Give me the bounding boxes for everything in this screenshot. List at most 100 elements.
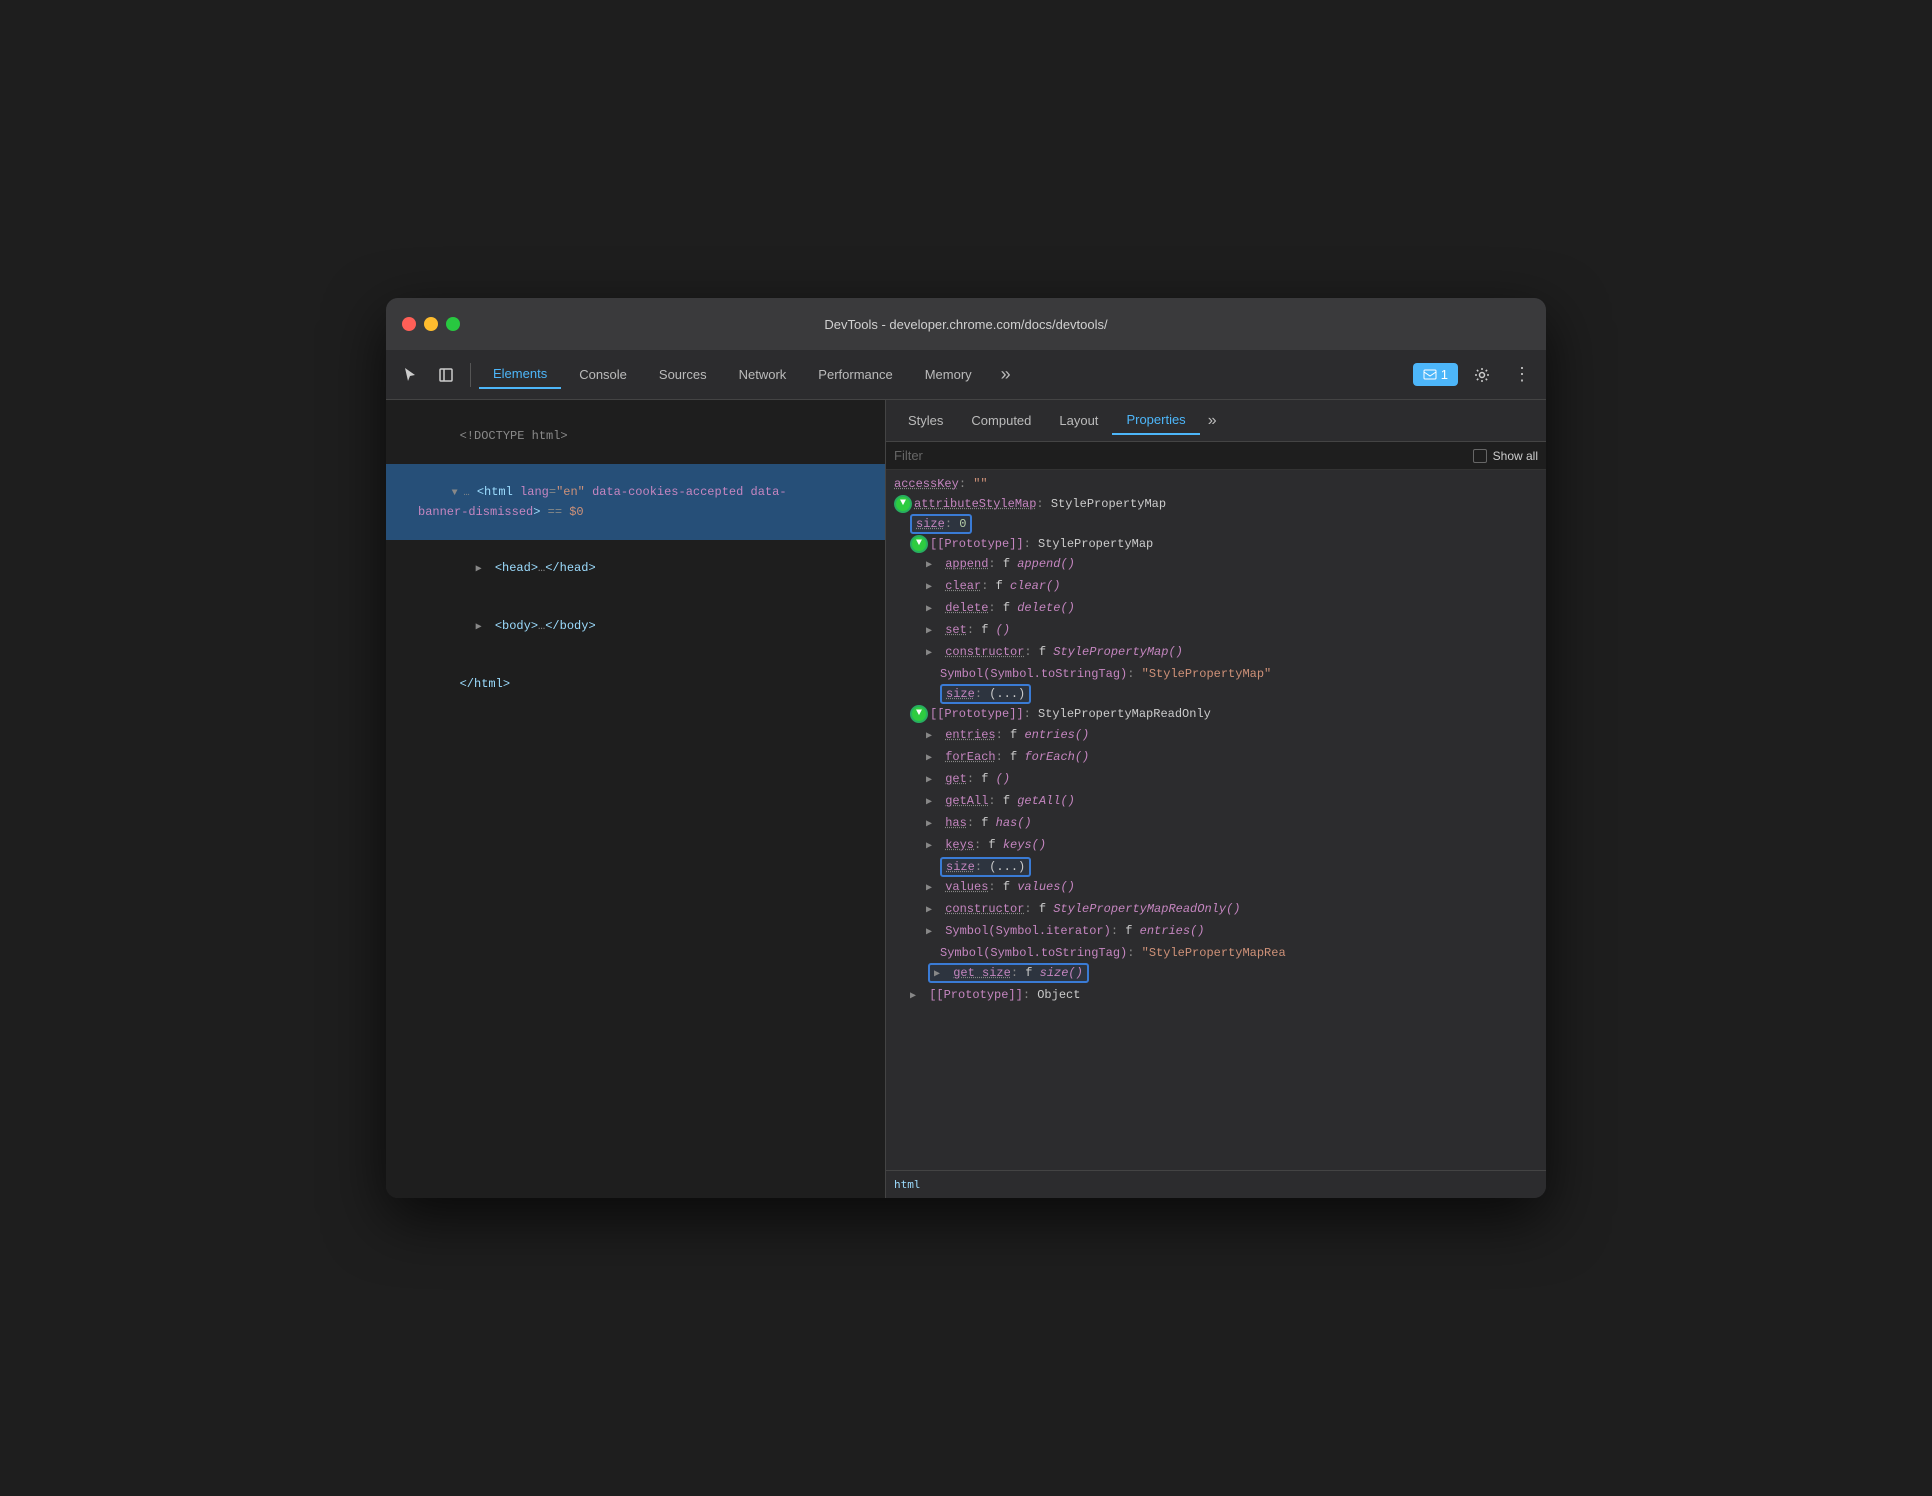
tab-elements[interactable]: Elements [479, 360, 561, 389]
head-expand-triangle[interactable] [476, 559, 488, 579]
prop-key-constructor-spmro: constructor [945, 902, 1024, 916]
status-tag: html [894, 1178, 921, 1191]
prop-val-accesskey: "" [973, 477, 987, 491]
prop-key-size-dotdot-1: size [946, 687, 975, 701]
tab-computed[interactable]: Computed [957, 407, 1045, 434]
minimize-button[interactable] [424, 317, 438, 331]
prop-funcname-has: has() [996, 816, 1032, 830]
keys-triangle[interactable] [926, 836, 938, 856]
tab-network[interactable]: Network [725, 361, 801, 388]
tab-performance[interactable]: Performance [804, 361, 906, 388]
filter-input[interactable] [894, 448, 1465, 463]
html-expand-triangle[interactable] [452, 483, 464, 503]
append-triangle[interactable] [926, 555, 938, 575]
dom-doctype: <!DOCTYPE html> [386, 408, 885, 464]
prop-key-symbol-tostring-spmro: Symbol(Symbol.toStringTag) [940, 946, 1127, 960]
prop-val-proto-spm: StylePropertyMap [1038, 537, 1153, 551]
prop-set: set: f () [886, 620, 1546, 642]
prop-constructor-spmro: constructor: f StylePropertyMapReadOnly(… [886, 899, 1546, 921]
foreach-triangle[interactable] [926, 748, 938, 768]
prop-key-append: append [945, 557, 988, 571]
delete-triangle[interactable] [926, 599, 938, 619]
prop-key-constructor-spm: constructor [945, 645, 1024, 659]
dom-panel: <!DOCTYPE html> … <html lang="en" data-c… [386, 400, 886, 1198]
window-title: DevTools - developer.chrome.com/docs/dev… [824, 317, 1107, 332]
prop-key-entries: entries [945, 728, 995, 742]
prop-val-symbol-tostring-spmro: "StylePropertyMapRea [1142, 946, 1286, 960]
prop-accesskey: accessKey: "" [886, 474, 1546, 494]
dom-body-tag[interactable]: <body>…</body> [386, 598, 885, 656]
prop-key-values: values [945, 880, 988, 894]
prop-entries: entries: f entries() [886, 725, 1546, 747]
show-all-text: Show all [1493, 449, 1538, 463]
properties-panel: accessKey: "" ▼attributeStyleMap: StyleP… [886, 470, 1546, 1170]
cursor-icon[interactable] [394, 359, 426, 391]
titlebar: DevTools - developer.chrome.com/docs/dev… [386, 298, 1546, 350]
right-panel-wrapper: Styles Computed Layout Properties » Show… [886, 400, 1546, 1198]
main-toolbar: Elements Console Sources Network Perform… [386, 350, 1546, 400]
prop-val-foreach: f [1010, 750, 1024, 764]
get-triangle[interactable] [926, 770, 938, 790]
prop-delete: delete: f delete() [886, 598, 1546, 620]
prototype-object-triangle[interactable] [910, 986, 922, 1006]
constructor-spmro-triangle[interactable] [926, 900, 938, 920]
entries-triangle[interactable] [926, 726, 938, 746]
prop-size-0: size: 0 [886, 514, 1546, 534]
prop-val-attributestylemap: StylePropertyMap [1051, 497, 1166, 511]
prop-key-get-size: get size [953, 966, 1011, 980]
prop-val-size-dotdot-2: (...) [989, 860, 1025, 874]
tab-styles[interactable]: Styles [894, 407, 957, 434]
show-all-label[interactable]: Show all [1473, 449, 1538, 463]
getall-triangle[interactable] [926, 792, 938, 812]
prop-val-get: f [981, 772, 995, 786]
dom-html-tag[interactable]: … <html lang="en" data-cookies-accepted … [386, 464, 885, 540]
prop-funcname-get: () [996, 772, 1010, 786]
dom-head-tag[interactable]: <head>…</head> [386, 540, 885, 598]
notification-button[interactable]: 1 [1413, 363, 1458, 386]
attributestylemap-expand-circle[interactable]: ▼ [894, 495, 912, 513]
maximize-button[interactable] [446, 317, 460, 331]
tab-properties[interactable]: Properties [1112, 406, 1199, 435]
prop-val-get-size: f [1025, 966, 1039, 980]
prop-getall: getAll: f getAll() [886, 791, 1546, 813]
prop-attributestylemap: ▼attributeStyleMap: StylePropertyMap [886, 494, 1546, 514]
values-triangle[interactable] [926, 878, 938, 898]
settings-icon[interactable] [1466, 359, 1498, 391]
more-right-tabs-icon[interactable]: » [1200, 408, 1225, 434]
dom-html-close: </html> [386, 656, 885, 712]
tab-console[interactable]: Console [565, 361, 641, 388]
prop-funcname-clear: clear() [1010, 579, 1060, 593]
tab-sources[interactable]: Sources [645, 361, 721, 388]
prop-val-proto-obj: Object [1037, 988, 1080, 1002]
body-expand-triangle[interactable] [476, 617, 488, 637]
prop-val-append: f [1003, 557, 1017, 571]
prop-key-attributestylemap: attributeStyleMap [914, 497, 1036, 511]
prop-key-getall: getAll [945, 794, 988, 808]
prop-key-symbol-iterator: Symbol(Symbol.iterator) [945, 924, 1111, 938]
traffic-lights [402, 317, 460, 331]
symbol-iterator-triangle[interactable] [926, 922, 938, 942]
size-0-highlighted: size: 0 [910, 514, 972, 534]
prop-funcname-foreach: forEach() [1024, 750, 1089, 764]
constructor-spm-triangle[interactable] [926, 643, 938, 663]
prototype-spmro-expand-circle[interactable]: ▼ [910, 705, 928, 723]
prop-val-size-0: 0 [959, 517, 966, 531]
more-options-icon[interactable]: ⋮ [1506, 359, 1538, 391]
prop-key-symbol-tostring-spm: Symbol(Symbol.toStringTag) [940, 667, 1127, 681]
close-button[interactable] [402, 317, 416, 331]
set-triangle[interactable] [926, 621, 938, 641]
prop-funcname-values: values() [1017, 880, 1075, 894]
tab-memory[interactable]: Memory [911, 361, 986, 388]
prototype-spm-expand-circle[interactable]: ▼ [910, 535, 928, 553]
clear-triangle[interactable] [926, 577, 938, 597]
tab-layout[interactable]: Layout [1045, 407, 1112, 434]
devtools-window: DevTools - developer.chrome.com/docs/dev… [386, 298, 1546, 1198]
inspect-icon[interactable] [430, 359, 462, 391]
prop-funcname-keys: keys() [1003, 838, 1046, 852]
get-size-triangle[interactable] [934, 964, 946, 984]
show-all-checkbox[interactable] [1473, 449, 1487, 463]
prop-val-clear: f [996, 579, 1010, 593]
prop-funcname-entries: entries() [1024, 728, 1089, 742]
has-triangle[interactable] [926, 814, 938, 834]
more-tabs-icon[interactable]: » [990, 359, 1022, 391]
